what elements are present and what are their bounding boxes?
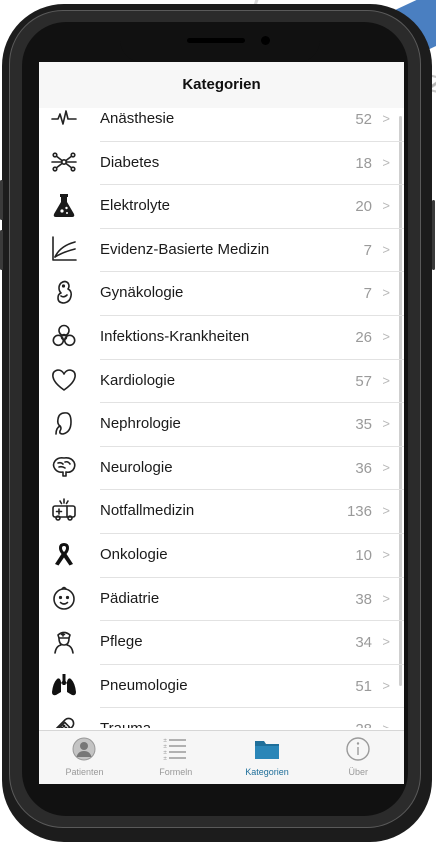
chevron-right-icon: >: [382, 590, 390, 606]
ribbon-icon: [51, 541, 77, 567]
list-item[interactable]: Pneumologie 51 >: [39, 665, 404, 709]
list-item[interactable]: Pädiatrie 38 >: [39, 578, 404, 622]
category-label: Diabetes: [100, 153, 160, 171]
lungs-icon: [51, 672, 77, 698]
list-item[interactable]: Nephrologie 35 >: [39, 403, 404, 447]
patient-icon: [71, 736, 97, 762]
list-item[interactable]: Pflege 34 >: [39, 621, 404, 665]
navigation-bar: Kategorien: [39, 62, 404, 108]
page-title: Kategorien: [182, 76, 261, 93]
category-count: 34: [355, 634, 372, 652]
category-count: 7: [363, 285, 372, 303]
bandage-icon: [51, 715, 77, 728]
list-item[interactable]: Notfallmedizin 136 >: [39, 490, 404, 534]
category-list[interactable]: Anästhesie 52 > Diabetes 18 > Elektrolyte 20 > Ev…: [39, 108, 404, 728]
category-label: Nephrologie: [100, 415, 181, 433]
list-item[interactable]: Onkologie 10 >: [39, 534, 404, 578]
category-label: Elektrolyte: [100, 197, 171, 215]
chevron-right-icon: >: [382, 329, 390, 344]
list-item[interactable]: Kardiologie 57 >: [39, 360, 404, 404]
category-label: Gynäkologie: [100, 284, 184, 302]
volume-up-button: [0, 180, 3, 220]
list-item[interactable]: Evidenz-Basierte Medizin 7 >: [39, 229, 404, 273]
category-count: 38: [355, 590, 372, 608]
category-label: Anästhesie: [100, 110, 175, 127]
tab-label: Über: [348, 767, 368, 777]
power-button: [432, 200, 435, 270]
heart-icon: [51, 367, 77, 393]
chevron-right-icon: >: [382, 416, 390, 432]
list-item[interactable]: Infektions-Krankheiten 26 >: [39, 316, 404, 360]
category-label: Evidenz-Basierte Medizin: [100, 240, 270, 258]
ambulance-icon: [51, 497, 77, 523]
camera-icon: [261, 36, 270, 45]
brain-icon: [51, 454, 77, 480]
svg-text:±: ±: [163, 756, 167, 762]
chevron-right-icon: >: [382, 459, 390, 475]
molecule-icon: [51, 149, 77, 175]
chevron-right-icon: >: [382, 503, 390, 519]
chevron-right-icon: >: [382, 634, 390, 650]
tab-label: Formeln: [159, 767, 193, 777]
category-count: 36: [355, 459, 372, 477]
category-label: Pneumologie: [100, 676, 188, 694]
category-label: Notfallmedizin: [100, 502, 195, 520]
chevron-right-icon: >: [382, 111, 390, 126]
biohazard-icon: [51, 323, 77, 349]
tab-info[interactable]: Über: [313, 731, 404, 784]
category-count: 52: [355, 111, 372, 128]
chevron-right-icon: >: [382, 241, 390, 257]
folder-icon: [254, 736, 280, 762]
category-label: Infektions-Krankheiten: [100, 328, 250, 345]
list-item[interactable]: Gynäkologie 7 >: [39, 272, 404, 316]
baby-face-icon: [51, 585, 77, 611]
category-count: 28: [355, 721, 372, 728]
list-item[interactable]: Anästhesie 52 >: [39, 108, 404, 142]
tab-label: Patienten: [65, 767, 104, 777]
category-label: Neurologie: [100, 458, 173, 476]
chevron-right-icon: >: [382, 285, 390, 301]
trend-chart-icon: [51, 235, 77, 262]
tab-list[interactable]: ± ± ± ± Formeln: [130, 731, 221, 784]
category-count: 26: [355, 329, 372, 346]
flask-icon: [51, 192, 77, 218]
list-item[interactable]: Diabetes 18 >: [39, 142, 404, 186]
chevron-right-icon: >: [382, 547, 390, 562]
nurse-icon: [51, 628, 77, 654]
chevron-right-icon: >: [382, 198, 390, 214]
category-count: 51: [355, 677, 372, 695]
category-count: 57: [355, 372, 372, 390]
tab-bar: Patienten ± ± ± ± Formeln Kategorien Über: [39, 730, 404, 784]
list-icon: ± ± ± ±: [162, 736, 188, 762]
kidney-icon: [51, 410, 77, 436]
category-count: 20: [355, 198, 372, 216]
volume-down-button: [0, 230, 3, 270]
heartbeat-line-icon: [51, 108, 77, 131]
chevron-right-icon: >: [382, 154, 390, 170]
category-count: 18: [355, 154, 372, 172]
speaker-icon: [187, 38, 245, 43]
chevron-right-icon: >: [382, 721, 390, 728]
list-item[interactable]: Neurologie 36 >: [39, 447, 404, 491]
chevron-right-icon: >: [382, 372, 390, 388]
list-item[interactable]: Elektrolyte 20 >: [39, 185, 404, 229]
category-label: Kardiologie: [100, 371, 176, 389]
category-count: 35: [355, 416, 372, 434]
category-count: 136: [346, 503, 372, 521]
category-count: 7: [363, 241, 372, 259]
chevron-right-icon: >: [382, 677, 390, 693]
category-label: Trauma: [100, 720, 151, 728]
category-count: 10: [355, 547, 372, 564]
tab-patient[interactable]: Patienten: [39, 731, 130, 784]
fetus-icon: [51, 279, 77, 305]
list-item[interactable]: Trauma 28 >: [39, 708, 404, 728]
category-label: Onkologie: [100, 546, 168, 563]
app-screen: Kategorien Anästhesie 52 > Diabetes 18 > Elekt…: [39, 62, 404, 784]
info-icon: [345, 736, 371, 762]
tab-label: Kategorien: [245, 767, 289, 777]
category-label: Pflege: [100, 633, 143, 651]
category-label: Pädiatrie: [100, 589, 160, 607]
tab-folder[interactable]: Kategorien: [222, 731, 313, 784]
